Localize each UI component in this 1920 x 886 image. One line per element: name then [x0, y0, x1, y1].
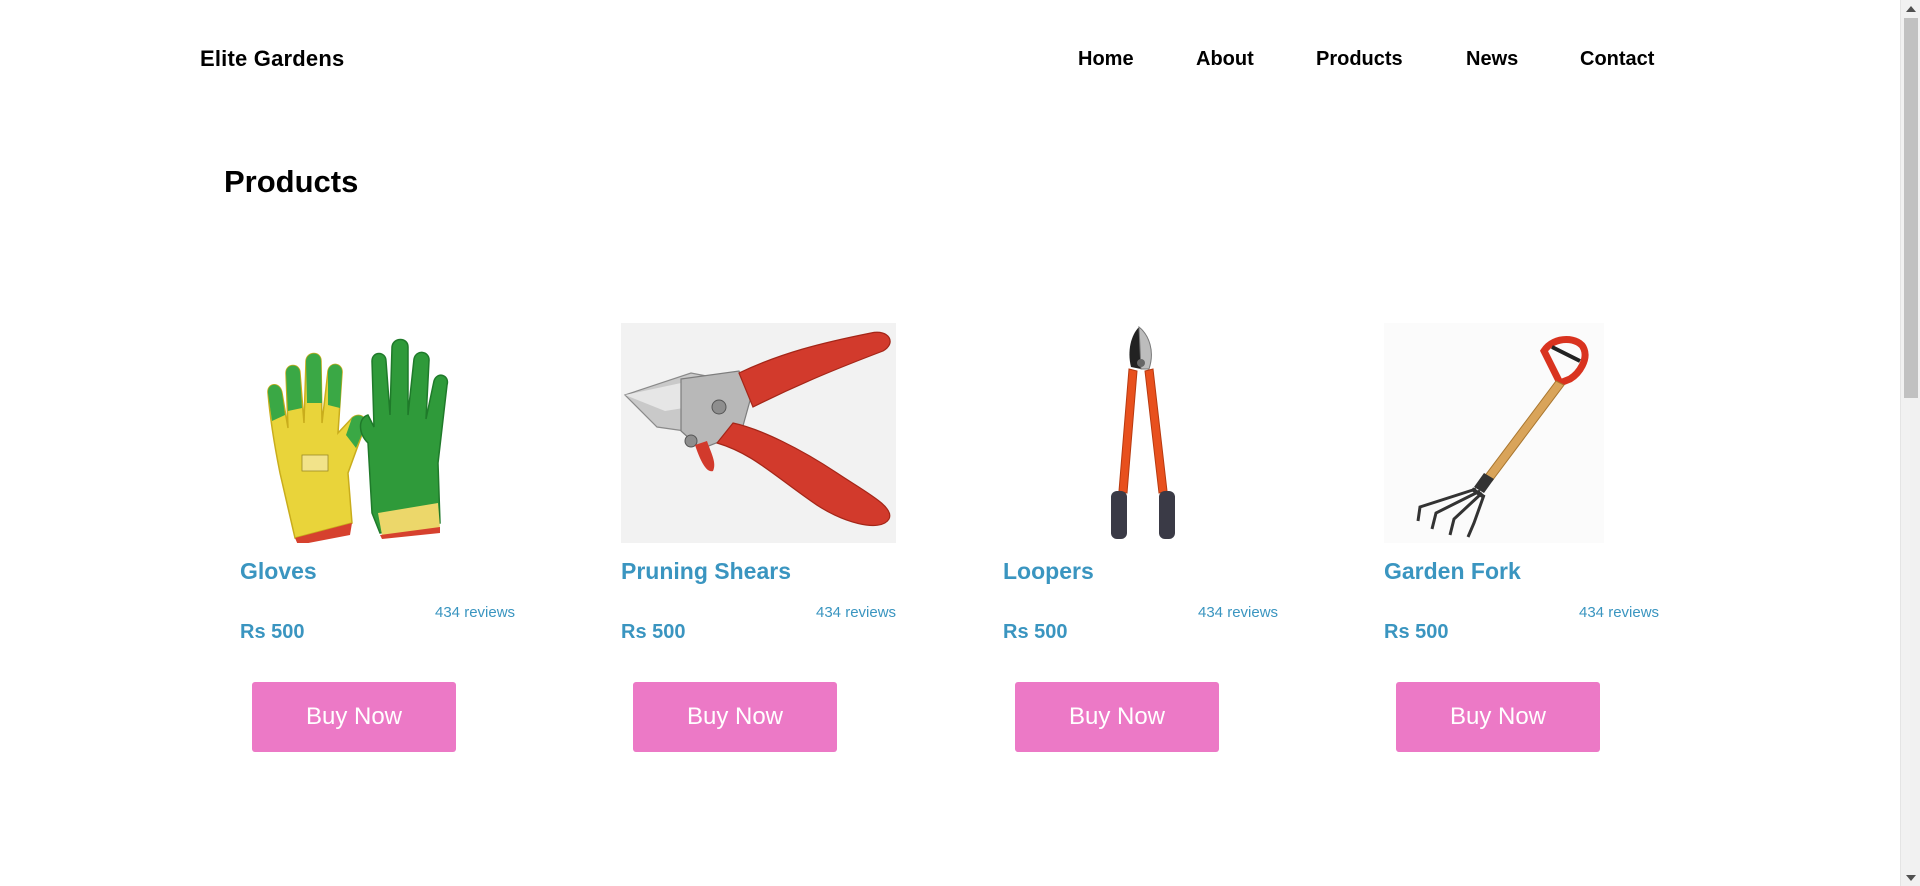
product-name[interactable]: Gloves	[240, 558, 317, 585]
buy-now-button[interactable]: Buy Now	[252, 682, 456, 752]
nav-home[interactable]: Home	[1078, 48, 1134, 71]
buy-now-button[interactable]: Buy Now	[1015, 682, 1219, 752]
buy-now-button[interactable]: Buy Now	[633, 682, 837, 752]
product-card-loopers: Loopers 434 reviews Rs 500 Buy Now	[1003, 320, 1333, 760]
product-card-pruning-shears: Pruning Shears 434 reviews Rs 500 Buy No…	[621, 320, 951, 760]
product-name[interactable]: Loopers	[1003, 558, 1094, 585]
product-name[interactable]: Garden Fork	[1384, 558, 1521, 585]
main-nav: Home About Products News Contact	[0, 48, 1900, 74]
product-reviews[interactable]: 434 reviews	[1579, 604, 1659, 621]
nav-news[interactable]: News	[1466, 48, 1518, 71]
product-name[interactable]: Pruning Shears	[621, 558, 791, 585]
page: Elite Gardens Home About Products News C…	[0, 0, 1920, 886]
product-card-gloves: Gloves 434 reviews Rs 500 Buy Now	[240, 320, 570, 760]
product-reviews[interactable]: 434 reviews	[816, 604, 896, 621]
nav-about[interactable]: About	[1196, 48, 1254, 71]
vertical-scrollbar[interactable]	[1900, 0, 1920, 886]
product-reviews[interactable]: 434 reviews	[1198, 604, 1278, 621]
product-reviews[interactable]: 434 reviews	[435, 604, 515, 621]
garden-fork-image[interactable]	[1384, 323, 1604, 543]
loppers-image[interactable]	[1003, 323, 1278, 543]
pruning-shears-image[interactable]	[621, 323, 896, 543]
product-card-garden-fork: Garden Fork 434 reviews Rs 500 Buy Now	[1384, 320, 1714, 760]
nav-contact[interactable]: Contact	[1580, 48, 1654, 71]
nav-products[interactable]: Products	[1316, 48, 1403, 71]
scrollbar-thumb[interactable]	[1904, 18, 1918, 398]
gardening-gloves-image[interactable]	[240, 323, 515, 543]
scroll-up-icon[interactable]	[1901, 0, 1920, 17]
page-title: Products	[224, 164, 359, 199]
product-price: Rs 500	[240, 621, 305, 643]
product-price: Rs 500	[1003, 621, 1068, 643]
product-price: Rs 500	[1384, 621, 1449, 643]
product-price: Rs 500	[621, 621, 686, 643]
buy-now-button[interactable]: Buy Now	[1396, 682, 1600, 752]
scroll-down-icon[interactable]	[1901, 869, 1920, 886]
